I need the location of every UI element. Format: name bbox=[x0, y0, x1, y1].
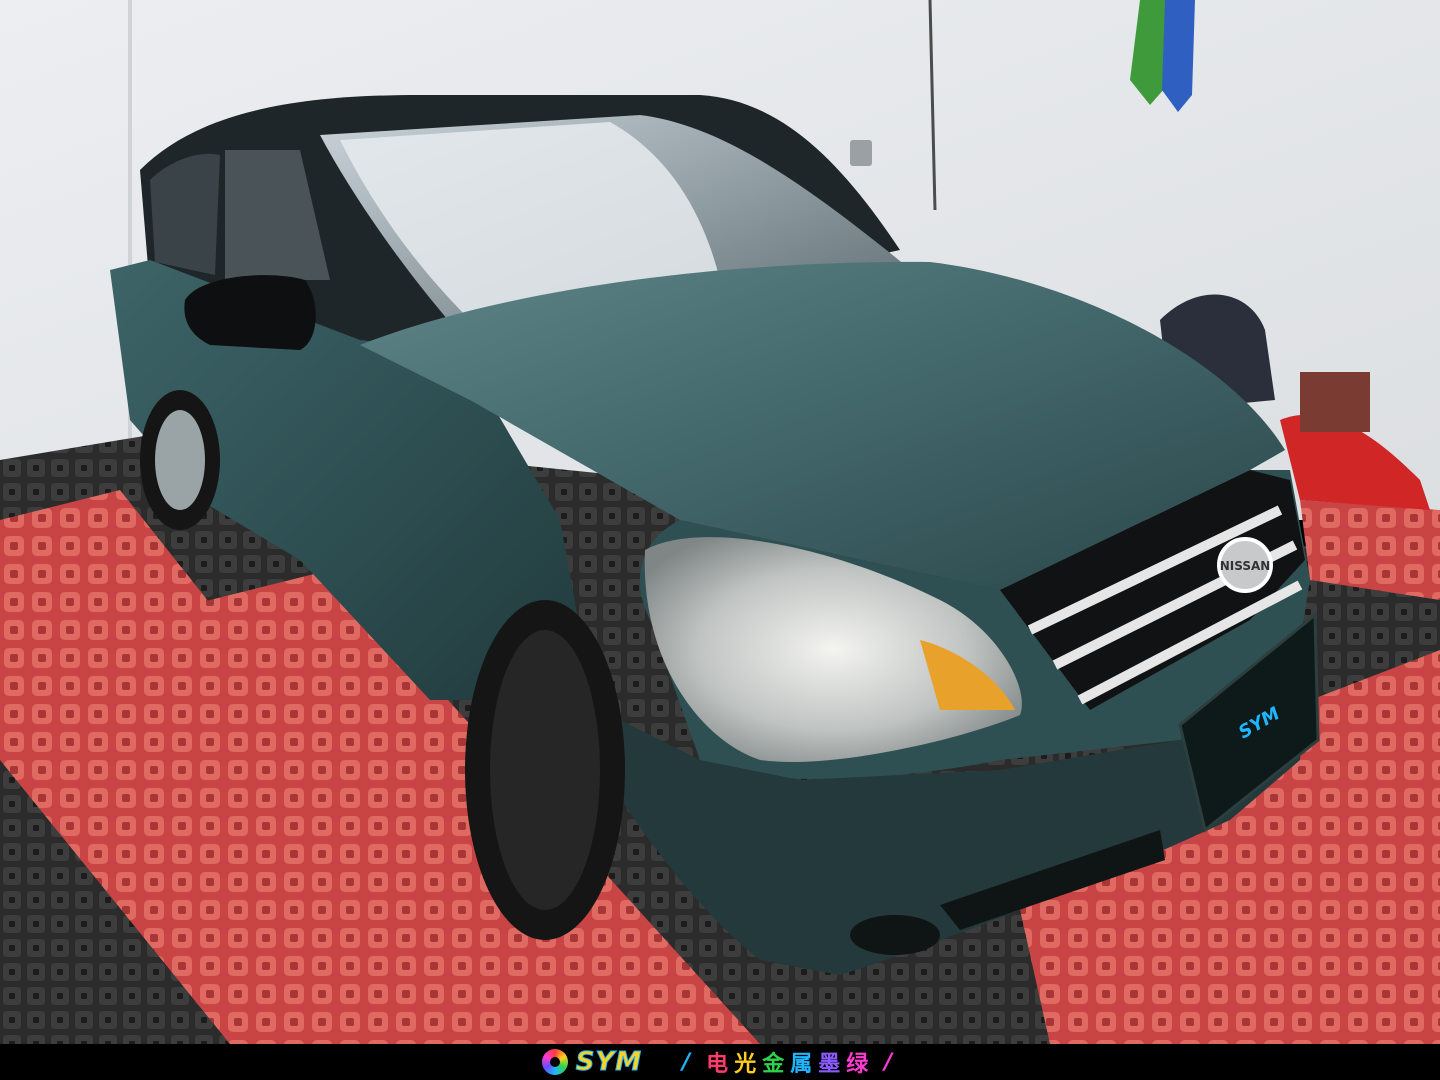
caption-bar: SYM / 电光金属墨绿 / bbox=[0, 1044, 1440, 1080]
brand-circle-icon bbox=[541, 1049, 568, 1075]
side-mirror bbox=[184, 275, 316, 350]
film-name: / 电光金属墨绿 / bbox=[682, 1046, 898, 1078]
front-wheel-tread bbox=[490, 630, 600, 910]
film-name-char: 光 bbox=[734, 1052, 763, 1077]
nissan-emblem-text: NISSAN bbox=[1220, 559, 1271, 573]
blue-towel bbox=[1162, 0, 1195, 112]
brand-name: SYM bbox=[575, 1047, 643, 1078]
rear-window bbox=[150, 153, 220, 275]
car-photo-svg: NISSAN SYM bbox=[0, 0, 1440, 1044]
film-name-char: 金 bbox=[762, 1052, 791, 1077]
film-name-text: 电光金属墨绿 bbox=[706, 1046, 874, 1078]
film-name-separator-right: / bbox=[884, 1049, 899, 1075]
car-photo: NISSAN SYM bbox=[0, 0, 1440, 1044]
film-name-char: 电 bbox=[706, 1052, 735, 1077]
film-name-separator-left: / bbox=[682, 1049, 697, 1075]
wall-socket bbox=[850, 140, 872, 166]
rear-wheel-rim bbox=[155, 410, 205, 510]
film-name-char: 绿 bbox=[846, 1052, 875, 1077]
film-name-char: 墨 bbox=[818, 1052, 847, 1077]
back-box bbox=[1300, 372, 1370, 432]
fog-light bbox=[850, 915, 940, 955]
brand-logo: SYM bbox=[541, 1047, 643, 1078]
film-name-char: 属 bbox=[790, 1052, 819, 1077]
